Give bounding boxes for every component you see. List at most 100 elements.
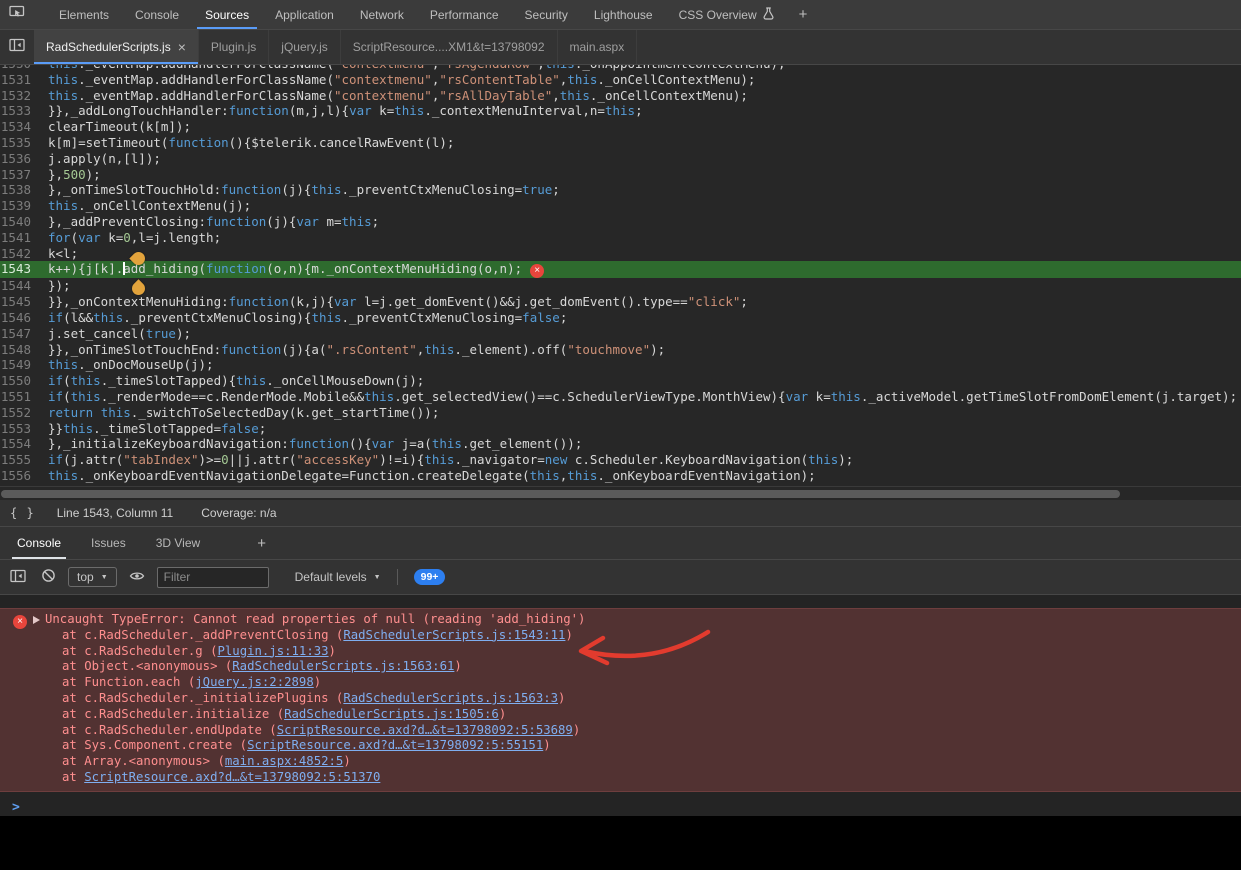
code-line[interactable]: 1555if(j.attr("tabIndex")>=0||j.attr("ac… <box>0 452 1241 468</box>
code-line[interactable]: 1550if(this._timeSlotTapped){this._onCel… <box>0 373 1241 389</box>
scrollbar-thumb[interactable] <box>1 490 1120 498</box>
line-number[interactable]: 1532 <box>0 88 40 104</box>
line-number[interactable]: 1536 <box>0 151 40 167</box>
toggle-navigator-button[interactable] <box>0 30 34 64</box>
panel-tab-sources[interactable]: Sources <box>192 0 262 29</box>
line-number[interactable]: 1549 <box>0 357 40 373</box>
line-number[interactable]: 1534 <box>0 119 40 135</box>
pretty-print-button[interactable]: { } <box>10 506 35 520</box>
line-number[interactable]: 1539 <box>0 198 40 214</box>
line-number[interactable]: 1555 <box>0 452 40 468</box>
line-number[interactable]: 1542 <box>0 246 40 262</box>
line-number[interactable]: 1545 <box>0 294 40 310</box>
close-tab-icon[interactable]: × <box>178 40 186 54</box>
code-line[interactable]: 1543k++){j[k].add_hiding(function(o,n){m… <box>0 261 1241 278</box>
source-link[interactable]: ScriptResource.axd?d…&t=13798092:5:55151 <box>247 738 543 752</box>
add-drawer-tab-button[interactable]: + <box>243 527 280 559</box>
code-line[interactable]: 1533}},_addLongTouchHandler:function(m,j… <box>0 103 1241 119</box>
panel-tab-lighthouse[interactable]: Lighthouse <box>581 0 666 29</box>
line-number[interactable]: 1543 <box>0 261 40 278</box>
source-link[interactable]: ScriptResource.axd?d…&t=13798092:5:53689 <box>277 723 573 737</box>
console-toolbar: top ▼ Default levels ▼ 99+ <box>0 560 1241 595</box>
file-tab-scriptresource-xm1-t-13798092[interactable]: ScriptResource....XM1&t=13798092 <box>341 30 558 64</box>
context-selector[interactable]: top ▼ <box>68 567 117 587</box>
line-number[interactable]: 1548 <box>0 342 40 358</box>
file-tab-main-aspx[interactable]: main.aspx <box>558 30 638 64</box>
console-prompt[interactable]: > <box>0 800 1241 816</box>
line-number[interactable]: 1533 <box>0 103 40 119</box>
line-number[interactable]: 1554 <box>0 436 40 452</box>
code-line[interactable]: 1534clearTimeout(k[m]); <box>0 119 1241 135</box>
line-number[interactable]: 1530 <box>0 65 40 72</box>
source-link[interactable]: RadSchedulerScripts.js:1563:61 <box>232 659 454 673</box>
code-line[interactable]: 1535k[m]=setTimeout(function(){$telerik.… <box>0 135 1241 151</box>
inline-error-icon[interactable]: × <box>530 264 544 278</box>
line-number[interactable]: 1546 <box>0 310 40 326</box>
code-line[interactable]: 1554},_initializeKeyboardNavigation:func… <box>0 436 1241 452</box>
code-line[interactable]: 1536j.apply(n,[l]); <box>0 151 1241 167</box>
inspect-button[interactable] <box>0 0 34 29</box>
code-line[interactable]: 1544}); <box>0 278 1241 294</box>
line-number[interactable]: 1556 <box>0 468 40 484</box>
source-link[interactable]: Plugin.js:11:33 <box>217 644 328 658</box>
panel-tab-css-overview[interactable]: CSS Overview <box>666 0 787 29</box>
code-line[interactable]: 1541for(var k=0,l=j.length; <box>0 230 1241 246</box>
source-link[interactable]: jQuery.js:2:2898 <box>195 675 313 689</box>
expand-stack-icon[interactable] <box>33 616 40 624</box>
drawer-tab-console[interactable]: Console <box>2 527 76 559</box>
panel-tab-performance[interactable]: Performance <box>417 0 512 29</box>
code-line[interactable]: 1540},_addPreventClosing:function(j){var… <box>0 214 1241 230</box>
panel-tab-network[interactable]: Network <box>347 0 417 29</box>
line-number[interactable]: 1544 <box>0 278 40 294</box>
code-line[interactable]: 1552return this._switchToSelectedDay(k.g… <box>0 405 1241 421</box>
line-number[interactable]: 1547 <box>0 326 40 342</box>
source-link[interactable]: main.aspx:4852:5 <box>225 754 343 768</box>
file-tab-radschedulerscripts-js[interactable]: RadSchedulerScripts.js× <box>34 30 199 64</box>
log-levels-dropdown[interactable]: Default levels ▼ <box>295 570 381 584</box>
live-expression-button[interactable] <box>127 567 147 587</box>
panel-tab-application[interactable]: Application <box>262 0 347 29</box>
line-number[interactable]: 1550 <box>0 373 40 389</box>
source-link[interactable]: RadSchedulerScripts.js:1563:3 <box>343 691 558 705</box>
line-number[interactable]: 1538 <box>0 182 40 198</box>
file-tab-plugin-js[interactable]: Plugin.js <box>199 30 269 64</box>
drawer-tab-3d-view[interactable]: 3D View <box>141 527 215 559</box>
code-line[interactable]: 1531this._eventMap.addHandlerForClassNam… <box>0 72 1241 88</box>
code-line[interactable]: 1549this._onDocMouseUp(j); <box>0 357 1241 373</box>
file-tab-jquery-js[interactable]: jQuery.js <box>269 30 340 64</box>
filter-input[interactable] <box>157 567 269 588</box>
line-number[interactable]: 1540 <box>0 214 40 230</box>
line-number[interactable]: 1535 <box>0 135 40 151</box>
code-line[interactable]: 1539this._onCellContextMenu(j); <box>0 198 1241 214</box>
code-line[interactable]: 1530this._eventMap.addHandlerForClassNam… <box>0 65 1241 72</box>
code-line[interactable]: 1532this._eventMap.addHandlerForClassNam… <box>0 88 1241 104</box>
panel-tab-elements[interactable]: Elements <box>46 0 122 29</box>
source-link[interactable]: ScriptResource.axd?d…&t=13798092:5:51370 <box>84 770 380 784</box>
panel-tab-console[interactable]: Console <box>122 0 192 29</box>
message-count-badge[interactable]: 99+ <box>414 569 446 585</box>
code-line[interactable]: 1547j.set_cancel(true); <box>0 326 1241 342</box>
console-sidebar-button[interactable] <box>8 567 28 587</box>
line-number[interactable]: 1551 <box>0 389 40 405</box>
line-number[interactable]: 1537 <box>0 167 40 183</box>
code-line[interactable]: 1545}},_onContextMenuHiding:function(k,j… <box>0 294 1241 310</box>
line-number[interactable]: 1541 <box>0 230 40 246</box>
drawer-tab-issues[interactable]: Issues <box>76 527 141 559</box>
code-line[interactable]: 1548}},_onTimeSlotTouchEnd:function(j){a… <box>0 342 1241 358</box>
more-panels-button[interactable]: + <box>787 0 820 29</box>
code-line[interactable]: 1537},500); <box>0 167 1241 183</box>
code-line[interactable]: 1538},_onTimeSlotTouchHold:function(j){t… <box>0 182 1241 198</box>
code-line[interactable]: 1553}}this._timeSlotTapped=false; <box>0 421 1241 437</box>
code-line[interactable]: 1551if(this._renderMode==c.RenderMode.Mo… <box>0 389 1241 405</box>
source-link[interactable]: RadSchedulerScripts.js:1505:6 <box>284 707 499 721</box>
source-editor[interactable]: 1530this._eventMap.addHandlerForClassNam… <box>0 65 1241 486</box>
code-line[interactable]: 1556this._onKeyboardEventNavigationDeleg… <box>0 468 1241 484</box>
code-line[interactable]: 1546if(l&&this._preventCtxMenuClosing){t… <box>0 310 1241 326</box>
line-number[interactable]: 1531 <box>0 72 40 88</box>
panel-tab-security[interactable]: Security <box>512 0 581 29</box>
code-line[interactable]: 1542k<l; <box>0 246 1241 262</box>
line-number[interactable]: 1553 <box>0 421 40 437</box>
clear-console-button[interactable] <box>38 567 58 587</box>
source-link[interactable]: RadSchedulerScripts.js:1543:11 <box>343 628 565 642</box>
line-number[interactable]: 1552 <box>0 405 40 421</box>
